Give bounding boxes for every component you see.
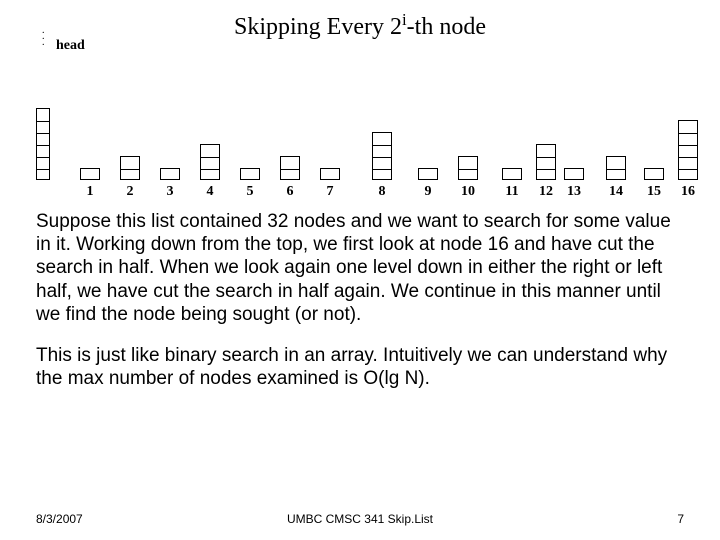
body-text: Suppose this list contained 32 nodes and… — [36, 210, 684, 408]
paragraph-2: This is just like binary search in an ar… — [36, 344, 684, 390]
skiplist-node-label: 14 — [605, 184, 627, 200]
footer-center: UMBC CMSC 341 Skip.List — [36, 512, 684, 526]
skiplist-node-label: 6 — [283, 184, 297, 200]
skiplist-node-column — [320, 168, 340, 180]
skiplist-node-column — [160, 168, 180, 180]
skiplist-node-column — [80, 168, 100, 180]
skiplist-node-label: 2 — [123, 184, 137, 200]
footer-date: 8/3/2007 — [36, 512, 83, 526]
skiplist-node-label: 3 — [163, 184, 177, 200]
skiplist-node-column — [606, 156, 626, 180]
skiplist-node-label: 11 — [501, 184, 523, 200]
skiplist-node-label: 12 — [535, 184, 557, 200]
skiplist-diagram: 12345678910111213141516 — [30, 52, 690, 202]
title-suffix: -th node — [407, 14, 486, 40]
skiplist-node-label: 10 — [457, 184, 479, 200]
slide-footer: 8/3/2007 UMBC CMSC 341 Skip.List 7 — [36, 512, 684, 526]
skiplist-node-column — [418, 168, 438, 180]
skiplist-node-label: 8 — [375, 184, 389, 200]
head-ellipsis: ... — [42, 28, 45, 46]
skiplist-node-column — [502, 168, 522, 180]
skiplist-node-label: 7 — [323, 184, 337, 200]
skiplist-node-label: 4 — [203, 184, 217, 200]
skiplist-node-column — [120, 156, 140, 180]
skiplist-node-column — [644, 168, 664, 180]
skiplist-node-column — [240, 168, 260, 180]
skiplist-node-column — [536, 144, 556, 180]
skiplist-node-label: 13 — [563, 184, 585, 200]
skiplist-node-label: 1 — [83, 184, 97, 200]
slide-title: Skipping Every 2i-th node — [36, 10, 684, 41]
skiplist-node-label: 15 — [643, 184, 665, 200]
skiplist-head-column — [36, 108, 50, 180]
skiplist-node-label: 5 — [243, 184, 257, 200]
skiplist-node-column — [280, 156, 300, 180]
skiplist-node-column — [678, 120, 698, 180]
skiplist-node-column — [200, 144, 220, 180]
footer-page: 7 — [677, 512, 684, 526]
skiplist-node-column — [458, 156, 478, 180]
title-prefix: Skipping Every 2 — [234, 14, 402, 40]
paragraph-1: Suppose this list contained 32 nodes and… — [36, 210, 684, 326]
skiplist-node-column — [372, 132, 392, 180]
skiplist-node-label: 9 — [421, 184, 435, 200]
skiplist-node-label: 16 — [677, 184, 699, 200]
skiplist-node-column — [564, 168, 584, 180]
